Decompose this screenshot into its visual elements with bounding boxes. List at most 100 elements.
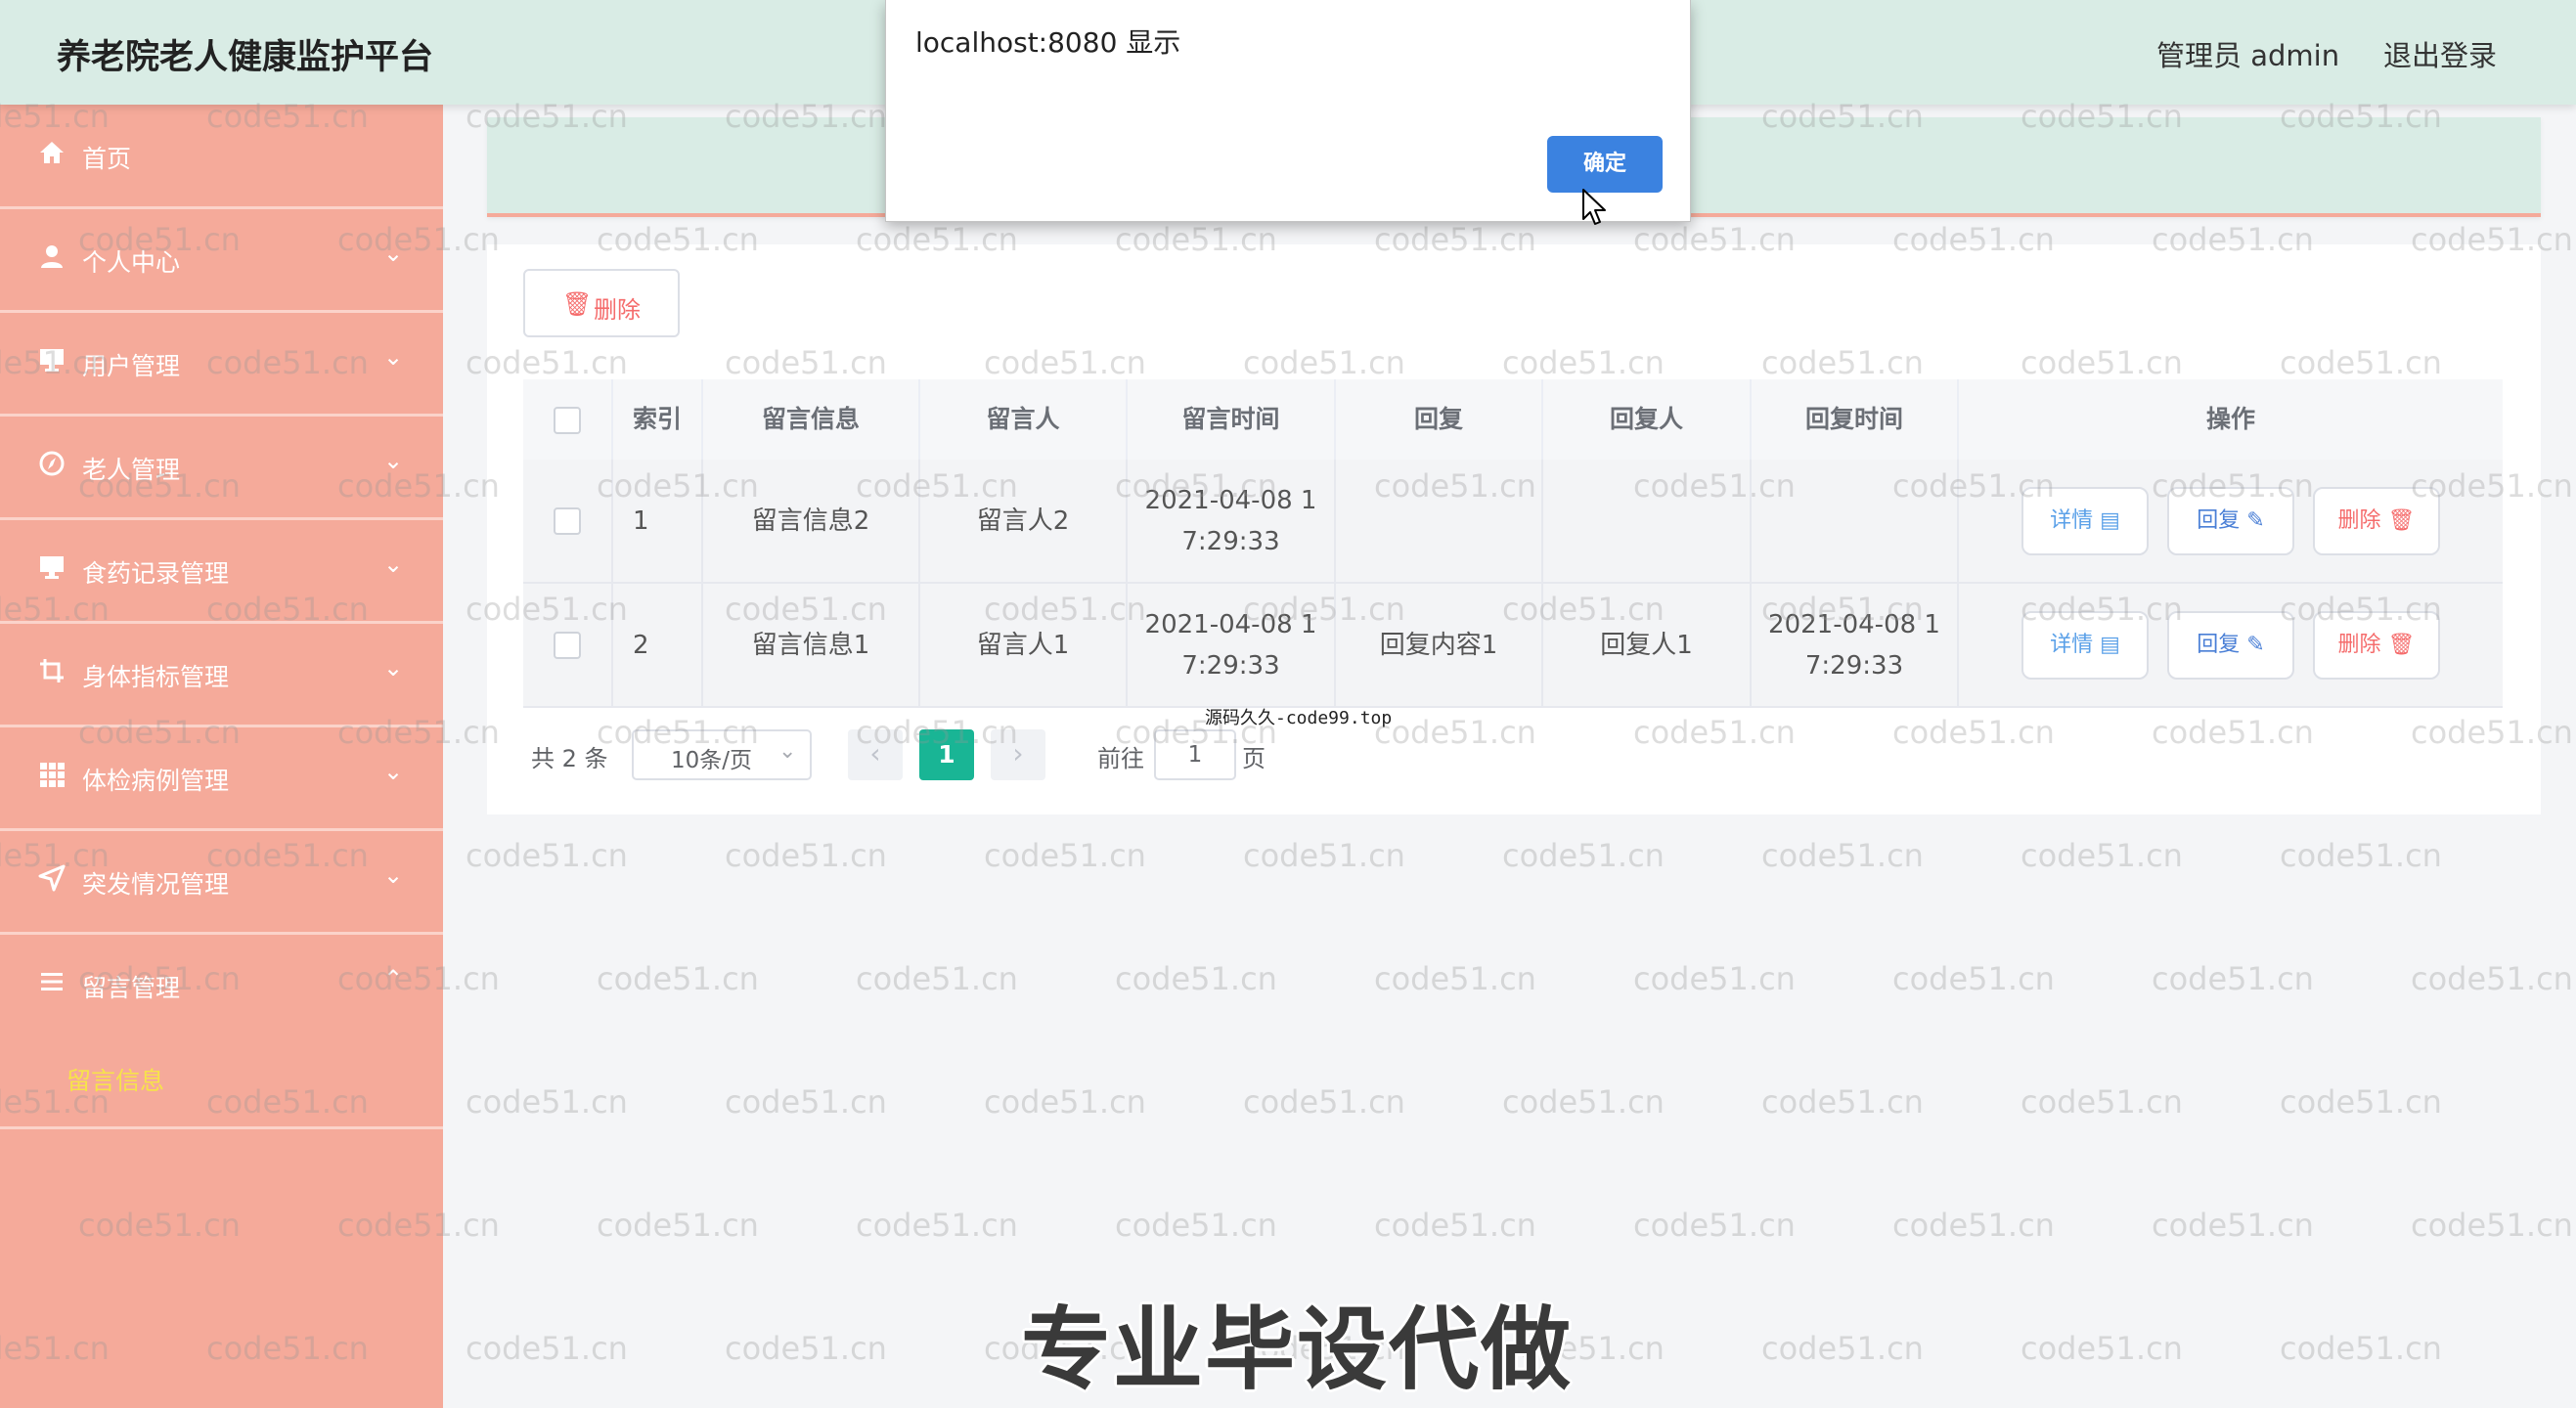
pagination-total: 共 2 条 bbox=[531, 745, 608, 772]
reply-button[interactable]: 回复 ✎ bbox=[2167, 487, 2294, 555]
detail-button[interactable]: 详情 ▤ bbox=[2021, 487, 2149, 555]
cell-reply: 回复内容1 bbox=[1336, 584, 1543, 706]
table-row: 1 留言信息2 留言人2 2021-04-08 1 7:29:33 详情 ▤ 回… bbox=[523, 460, 2503, 584]
watermark-text: code51.cn bbox=[725, 837, 887, 874]
monitor-icon bbox=[37, 552, 67, 582]
sidebar-item-label: 首页 bbox=[82, 145, 132, 173]
watermark-text: code51.cn bbox=[466, 1083, 628, 1121]
watermark-text: code51.cn bbox=[1115, 960, 1277, 997]
watermark-text: code51.cn bbox=[2280, 1330, 2442, 1367]
cell-replier bbox=[1543, 460, 1752, 582]
logout-link[interactable]: 退出登录 bbox=[2383, 33, 2497, 74]
cell-reply-time-line1: 2021-04-08 1 bbox=[1768, 609, 1940, 639]
reply-label: 回复 bbox=[2197, 633, 2241, 657]
watermark-text: code51.cn bbox=[856, 960, 1018, 997]
cell-actions: 详情 ▤ 回复 ✎ 删除 🗑 bbox=[1959, 460, 2503, 582]
chevron-down-icon: ⌄ bbox=[383, 758, 404, 785]
cell-reply-time: 2021-04-08 1 7:29:33 bbox=[1752, 584, 1959, 706]
watermark-text: code51.cn bbox=[984, 1083, 1146, 1121]
watermark-text: code51.cn bbox=[1243, 1083, 1405, 1121]
page-suffix: 页 bbox=[1242, 745, 1266, 772]
watermark-text: code51.cn bbox=[1374, 1207, 1536, 1244]
prev-page-button[interactable]: ‹ bbox=[848, 729, 903, 780]
delete-button[interactable]: 删除 🗑 bbox=[2313, 611, 2440, 680]
goto-label: 前往 bbox=[1097, 745, 1144, 772]
sidebar-item-home[interactable]: 首页 bbox=[0, 105, 443, 209]
cell-time-line2: 7:29:33 bbox=[1181, 650, 1280, 681]
watermark-text: code51.cn bbox=[2280, 1083, 2442, 1121]
cell-index: 1 bbox=[613, 460, 703, 582]
watermark-text: code51.cn bbox=[725, 1330, 887, 1367]
watermark-text: code51.cn bbox=[1115, 1207, 1277, 1244]
sidebar-item-label: 留言管理 bbox=[82, 974, 181, 1002]
row-select-cell bbox=[523, 584, 613, 706]
delete-button[interactable]: 删除 🗑 bbox=[2313, 487, 2440, 555]
watermark-text: code51.cn bbox=[856, 1207, 1018, 1244]
current-page-button[interactable]: 1 bbox=[919, 729, 974, 780]
sidebar-item-message-management[interactable]: 留言管理 ⌃ bbox=[0, 934, 443, 1035]
next-page-button[interactable]: › bbox=[991, 729, 1045, 780]
table-header: 索引 留言信息 留言人 留言时间 回复 回复人 回复时间 操作 bbox=[523, 379, 2503, 462]
cell-author: 留言人1 bbox=[920, 584, 1128, 706]
cell-replier: 回复人1 bbox=[1543, 584, 1752, 706]
sidebar-item-label: 用户管理 bbox=[82, 352, 181, 380]
reply-button[interactable]: 回复 ✎ bbox=[2167, 611, 2294, 680]
detail-button[interactable]: 详情 ▤ bbox=[2021, 611, 2149, 680]
delete-label: 删除 bbox=[2337, 633, 2381, 657]
select-all-cell bbox=[523, 379, 613, 460]
watermark-text: code51.cn bbox=[2021, 837, 2183, 874]
cell-reply-time bbox=[1752, 460, 1959, 582]
edit-icon: ✎ bbox=[2246, 633, 2265, 657]
source-caption: 源码久久-code99.top bbox=[1205, 708, 1393, 728]
select-all-checkbox[interactable] bbox=[554, 407, 581, 434]
sidebar-divider bbox=[0, 1126, 443, 1129]
detail-label: 详情 bbox=[2050, 508, 2094, 533]
watermark-text: code51.cn bbox=[2021, 1330, 2183, 1367]
chevron-down-icon: ⌄ bbox=[383, 343, 404, 371]
sidebar-item-elder-management[interactable]: 老人管理 ⌄ bbox=[0, 416, 443, 520]
cell-time-line1: 2021-04-08 1 bbox=[1144, 485, 1317, 515]
chevron-down-icon: ⌄ bbox=[383, 654, 404, 682]
sidebar-item-label: 身体指标管理 bbox=[82, 663, 230, 691]
sidebar-item-body-index[interactable]: 身体指标管理 ⌄ bbox=[0, 623, 443, 727]
sidebar-subitem-message-info[interactable]: 留言信息 bbox=[67, 1062, 164, 1097]
trash-icon: 🗑 bbox=[562, 290, 593, 318]
sidebar-item-label: 突发情况管理 bbox=[82, 870, 230, 899]
sidebar-item-emergency[interactable]: 突发情况管理 ⌄ bbox=[0, 830, 443, 935]
watermark-text: code51.cn bbox=[466, 1330, 628, 1367]
sidebar-item-medical-records[interactable]: 体检病例管理 ⌄ bbox=[0, 726, 443, 831]
watermark-text: code51.cn bbox=[2280, 837, 2442, 874]
watermark-text: code51.cn bbox=[1892, 1207, 2055, 1244]
row-checkbox[interactable] bbox=[554, 506, 581, 535]
batch-delete-button[interactable]: 🗑 删除 bbox=[523, 269, 680, 337]
chevron-down-icon: ⌄ bbox=[383, 550, 404, 578]
sidebar-item-food-medicine[interactable]: 食药记录管理 ⌄ bbox=[0, 519, 443, 624]
chevron-down-icon: ⌄ bbox=[383, 861, 404, 889]
column-header: 留言人 bbox=[920, 379, 1128, 460]
page-size-select[interactable]: 10条/页 ⌄ bbox=[632, 729, 812, 780]
row-select-cell bbox=[523, 460, 613, 582]
goto-page-input[interactable]: 1 bbox=[1154, 729, 1236, 780]
crop-icon bbox=[37, 656, 67, 685]
watermark-text: code51.cn bbox=[1633, 1207, 1796, 1244]
cell-reply-time-line2: 7:29:33 bbox=[1804, 650, 1904, 681]
cell-message: 留言信息1 bbox=[703, 584, 920, 706]
dialog-title: localhost:8080 显示 bbox=[915, 26, 1181, 59]
chevron-up-icon: ⌃ bbox=[383, 965, 404, 992]
sidebar-item-personal-center[interactable]: 个人中心 ⌄ bbox=[0, 208, 443, 313]
dialog-ok-button[interactable]: 确定 bbox=[1547, 136, 1663, 193]
watermark-text: code51.cn bbox=[1502, 1083, 1665, 1121]
trash-icon: 🗑 bbox=[2387, 633, 2416, 657]
document-icon: ▤ bbox=[2100, 508, 2120, 533]
document-icon: ▤ bbox=[2100, 633, 2120, 657]
row-checkbox[interactable] bbox=[554, 631, 581, 659]
watermark-text: code51.cn bbox=[1761, 837, 1924, 874]
sidebar-item-user-management[interactable]: 用户管理 ⌄ bbox=[0, 312, 443, 417]
watermark-text: code51.cn bbox=[597, 960, 759, 997]
watermark-text: code51.cn bbox=[1374, 960, 1536, 997]
cell-time: 2021-04-08 1 7:29:33 bbox=[1128, 584, 1336, 706]
watermark-text: code51.cn bbox=[2021, 1083, 2183, 1121]
cell-author: 留言人2 bbox=[920, 460, 1128, 582]
watermark-text: code51.cn bbox=[725, 1083, 887, 1121]
cell-time-line2: 7:29:33 bbox=[1181, 526, 1280, 556]
